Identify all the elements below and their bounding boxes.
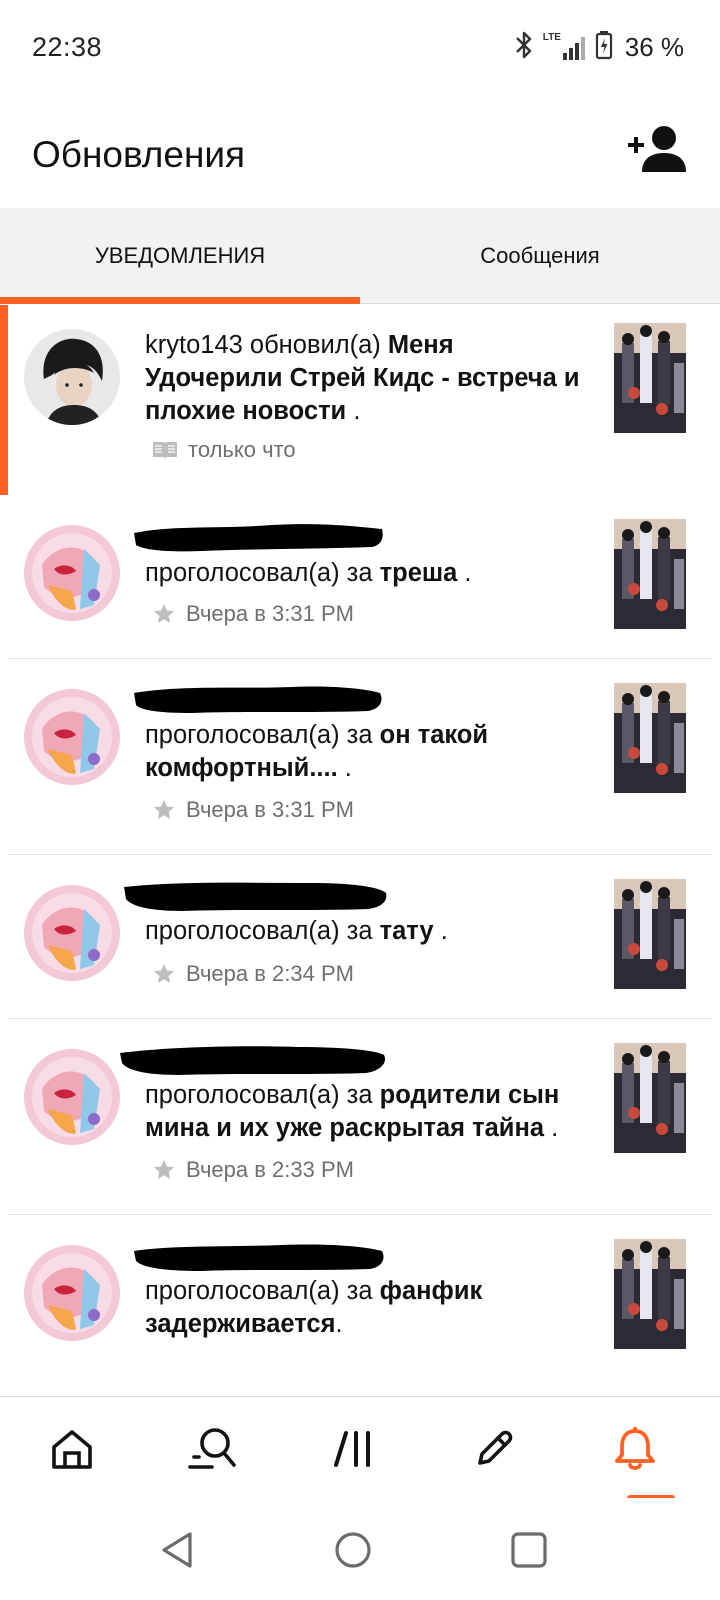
system-navigation bbox=[0, 1498, 720, 1600]
status-icons: LTE 36 % bbox=[513, 30, 684, 65]
library-icon bbox=[334, 1431, 370, 1467]
book-icon bbox=[153, 442, 177, 459]
battery-icon bbox=[595, 30, 613, 65]
tab-bar: УВЕДОМЛЕНИЯ Сообщения bbox=[0, 208, 720, 304]
nav-library-button[interactable] bbox=[324, 1419, 384, 1479]
lte-signal-icon: LTE bbox=[541, 32, 589, 62]
page-title: Обновления bbox=[32, 134, 246, 175]
system-back-button[interactable] bbox=[156, 1528, 200, 1572]
recents-icon bbox=[511, 1532, 547, 1568]
story-title[interactable]: тату bbox=[380, 917, 434, 945]
status-time: 22:38 bbox=[32, 32, 103, 62]
notification-text: kryto143 обновил(а) Меня Удочерили Стрей… bbox=[145, 329, 595, 428]
redacted-username bbox=[122, 877, 390, 911]
notification-meta: Вчера в 2:33 PM bbox=[152, 1157, 354, 1183]
username[interactable]: kryto143 bbox=[145, 331, 243, 359]
nav-write-button[interactable] bbox=[464, 1419, 524, 1479]
avatar[interactable] bbox=[24, 329, 120, 425]
nav-home-button[interactable] bbox=[42, 1419, 102, 1479]
story-cover[interactable] bbox=[614, 683, 686, 793]
star-icon bbox=[154, 604, 174, 623]
notification-text: проголосовал(а) за треша . bbox=[145, 557, 595, 590]
timestamp: Вчера в 2:33 PM bbox=[186, 1157, 354, 1182]
system-recents-button[interactable] bbox=[507, 1528, 551, 1572]
star-icon bbox=[154, 964, 174, 983]
action-text: обновил(а) bbox=[242, 331, 388, 359]
action-text: проголосовал(а) за bbox=[145, 559, 380, 587]
notification-item[interactable]: проголосовал(а) за треша . Вчера в 3:31 … bbox=[0, 495, 720, 659]
pencil-icon bbox=[478, 1430, 513, 1465]
story-cover[interactable] bbox=[614, 1239, 686, 1349]
avatar[interactable] bbox=[24, 1245, 120, 1341]
redacted-username bbox=[132, 681, 388, 715]
nav-notifications-button[interactable] bbox=[605, 1419, 665, 1479]
battery-percent: 36 % bbox=[624, 32, 684, 62]
search-icon bbox=[188, 1428, 236, 1469]
tab-messages[interactable]: Сообщения bbox=[360, 208, 720, 304]
notification-text: проголосовал(а) за фанфик задерживается. bbox=[145, 1275, 595, 1341]
system-home-button[interactable] bbox=[331, 1528, 375, 1572]
notification-meta: Вчера в 3:31 PM bbox=[152, 601, 354, 627]
timestamp: Вчера в 3:31 PM bbox=[186, 797, 354, 822]
header: Обновления bbox=[0, 96, 720, 208]
notification-meta: Вчера в 3:31 PM bbox=[152, 797, 354, 823]
home-circle-icon bbox=[335, 1532, 371, 1568]
notification-item[interactable]: проголосовал(а) за тату . Вчера в 2:34 P… bbox=[0, 855, 720, 1019]
notification-item[interactable]: проголосовал(а) за родители сын мина и и… bbox=[0, 1019, 720, 1215]
suffix-text: . bbox=[433, 917, 448, 945]
notification-item[interactable]: проголосовал(а) за он такой комфортный..… bbox=[0, 659, 720, 855]
notification-text: проголосовал(а) за он такой комфортный..… bbox=[145, 719, 595, 785]
suffix-text: . bbox=[457, 559, 472, 587]
story-cover[interactable] bbox=[614, 519, 686, 629]
timestamp: только что bbox=[188, 437, 296, 462]
suffix-text: . bbox=[335, 1310, 343, 1338]
tab-notifications[interactable]: УВЕДОМЛЕНИЯ bbox=[0, 208, 360, 304]
avatar[interactable] bbox=[24, 885, 120, 981]
action-text: проголосовал(а) за bbox=[145, 721, 380, 749]
timestamp: Вчера в 3:31 PM bbox=[186, 601, 354, 626]
action-text: проголосовал(а) за bbox=[145, 1081, 380, 1109]
action-text: проголосовал(а) за bbox=[145, 1277, 380, 1305]
story-cover[interactable] bbox=[614, 1043, 686, 1153]
avatar[interactable] bbox=[24, 689, 120, 785]
story-cover[interactable] bbox=[614, 879, 686, 989]
bell-icon bbox=[615, 1426, 655, 1470]
notification-item[interactable]: проголосовал(а) за фанфик задерживается. bbox=[0, 1215, 720, 1395]
suffix-text: . bbox=[337, 754, 352, 782]
home-icon bbox=[52, 1430, 92, 1469]
timestamp: Вчера в 2:34 PM bbox=[186, 961, 354, 986]
back-icon bbox=[162, 1532, 192, 1568]
story-cover[interactable] bbox=[614, 323, 686, 433]
notification-feed[interactable]: kryto143 обновил(а) Меня Удочерили Стрей… bbox=[0, 305, 720, 1395]
story-title[interactable]: треша bbox=[380, 559, 458, 587]
suffix-text: . bbox=[544, 1114, 559, 1142]
redacted-username bbox=[132, 1239, 388, 1273]
notification-item[interactable]: kryto143 обновил(а) Меня Удочерили Стрей… bbox=[0, 305, 720, 495]
suffix-text: . bbox=[346, 397, 361, 425]
star-icon bbox=[154, 1160, 174, 1179]
avatar[interactable] bbox=[24, 1049, 120, 1145]
redacted-username bbox=[132, 519, 388, 553]
star-icon bbox=[154, 800, 174, 819]
nav-search-button[interactable] bbox=[182, 1419, 242, 1479]
status-bar: 22:38 LTE 36 % bbox=[0, 0, 720, 96]
active-tab-indicator bbox=[0, 297, 360, 304]
avatar[interactable] bbox=[24, 525, 120, 621]
notification-text: проголосовал(а) за родители сын мина и и… bbox=[145, 1079, 595, 1145]
add-person-icon bbox=[628, 126, 686, 172]
add-friend-button[interactable] bbox=[626, 122, 690, 178]
action-text: проголосовал(а) за bbox=[145, 917, 380, 945]
redacted-username bbox=[118, 1041, 390, 1075]
bluetooth-icon bbox=[513, 31, 535, 64]
notification-meta: Вчера в 2:34 PM bbox=[152, 961, 354, 987]
notification-meta: только что bbox=[152, 437, 296, 463]
bottom-navigation bbox=[0, 1396, 720, 1501]
notification-text: проголосовал(а) за тату . bbox=[145, 915, 595, 948]
unread-indicator bbox=[0, 305, 8, 495]
